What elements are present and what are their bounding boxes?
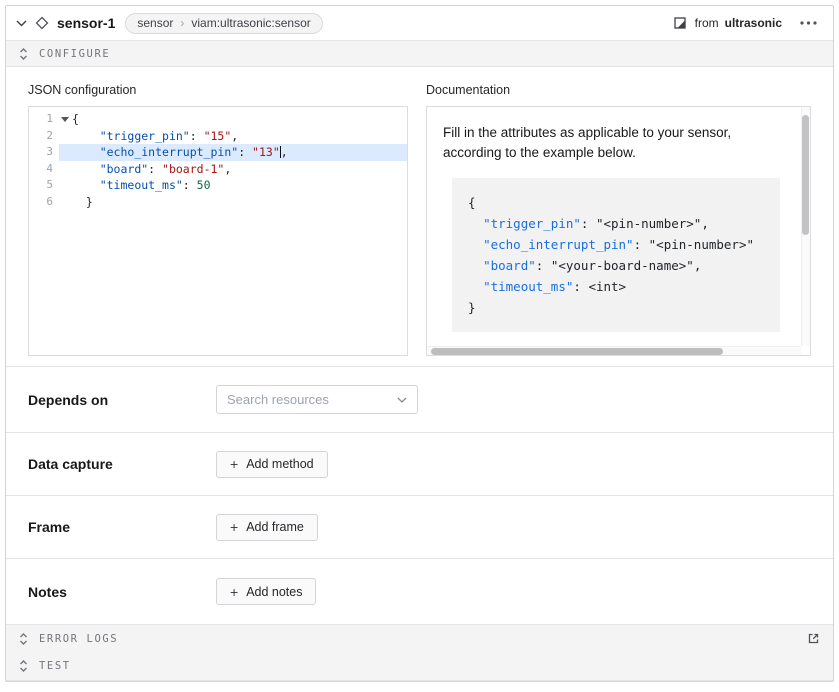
add-method-button[interactable]: + Add method bbox=[216, 451, 328, 478]
expand-section-icon[interactable] bbox=[19, 659, 28, 673]
external-link-icon[interactable] bbox=[807, 632, 820, 645]
test-section-title: TEST bbox=[39, 660, 71, 672]
json-editor[interactable]: 1{2 "trigger_pin": "15",3 "echo_interrup… bbox=[28, 106, 408, 356]
editor-line-code: "trigger_pin": "15", bbox=[72, 128, 407, 145]
documentation-intro: Fill in the attributes as applicable to … bbox=[443, 123, 780, 163]
plus-icon: + bbox=[230, 520, 238, 534]
breadcrumb-chevron-icon: › bbox=[180, 16, 184, 30]
json-editor-lines: 1{2 "trigger_pin": "15",3 "echo_interrup… bbox=[29, 111, 407, 210]
more-menu-button[interactable] bbox=[796, 19, 821, 27]
expand-section-icon[interactable] bbox=[19, 632, 28, 646]
chevron-down-icon bbox=[397, 397, 407, 403]
component-header: sensor-1 sensor › viam:ultrasonic:sensor… bbox=[6, 6, 833, 40]
section-test-bar[interactable]: TEST bbox=[6, 652, 833, 681]
doc-horizontal-scrollbar[interactable] bbox=[427, 346, 801, 355]
section-error-logs-bar[interactable]: ERROR LOGS bbox=[6, 624, 833, 652]
collapse-chevron-icon[interactable] bbox=[16, 20, 27, 27]
component-diamond-icon bbox=[35, 16, 49, 30]
configure-panel: JSON configuration 1{2 "trigger_pin": "1… bbox=[6, 67, 833, 366]
frame-row: Frame + Add frame bbox=[6, 495, 833, 558]
depends-on-row: Depends on Search resources bbox=[6, 366, 833, 432]
add-frame-button[interactable]: + Add frame bbox=[216, 514, 318, 541]
fold-gutter bbox=[59, 194, 72, 211]
fold-gutter bbox=[59, 144, 72, 161]
component-title: sensor-1 bbox=[57, 15, 115, 31]
from-module-text: from ultrasonic bbox=[695, 16, 782, 30]
depends-on-label: Depends on bbox=[28, 392, 216, 408]
doc-vertical-scrollbar[interactable] bbox=[801, 107, 810, 346]
editor-line[interactable]: 6 } bbox=[29, 194, 407, 211]
json-config-label: JSON configuration bbox=[28, 83, 408, 97]
module-link[interactable]: ultrasonic bbox=[725, 16, 782, 30]
component-card: sensor-1 sensor › viam:ultrasonic:sensor… bbox=[5, 5, 834, 682]
doc-horizontal-scrollbar-thumb[interactable] bbox=[431, 348, 723, 355]
editor-line-code: "timeout_ms": 50 bbox=[72, 177, 407, 194]
doc-vertical-scrollbar-thumb[interactable] bbox=[802, 115, 809, 235]
fold-gutter bbox=[59, 161, 72, 178]
component-breadcrumb: sensor › viam:ultrasonic:sensor bbox=[125, 13, 322, 34]
documentation-panel[interactable]: Fill in the attributes as applicable to … bbox=[426, 106, 811, 356]
doc-code-line: "echo_interrupt_pin": "<pin-number>" bbox=[468, 234, 764, 255]
editor-line[interactable]: 3 "echo_interrupt_pin": "13", bbox=[29, 144, 407, 161]
line-number: 3 bbox=[29, 144, 59, 161]
editor-line-code: "echo_interrupt_pin": "13", bbox=[72, 144, 407, 161]
section-configure-bar[interactable]: CONFIGURE bbox=[6, 40, 833, 67]
line-number: 4 bbox=[29, 161, 59, 178]
line-number: 5 bbox=[29, 177, 59, 194]
module-icon bbox=[673, 16, 687, 30]
line-number: 1 bbox=[29, 111, 59, 128]
doc-code-line: "trigger_pin": "<pin-number>", bbox=[468, 213, 764, 234]
doc-code: { "trigger_pin": "<pin-number>", "echo_i… bbox=[452, 178, 780, 332]
fold-gutter bbox=[59, 177, 72, 194]
editor-line[interactable]: 1{ bbox=[29, 111, 407, 128]
add-notes-button[interactable]: + Add notes bbox=[216, 578, 316, 605]
plus-icon: + bbox=[230, 457, 238, 471]
component-model-label: viam:ultrasonic:sensor bbox=[191, 16, 310, 30]
notes-row: Notes + Add notes bbox=[6, 558, 833, 624]
editor-line-code: { bbox=[72, 111, 407, 128]
line-number: 2 bbox=[29, 128, 59, 145]
editor-line-code: } bbox=[72, 194, 407, 211]
doc-code-line: "board": "<your-board-name>", bbox=[468, 255, 764, 276]
doc-code-line: "timeout_ms": <int> bbox=[468, 276, 764, 297]
editor-line-code: "board": "board-1", bbox=[72, 161, 407, 178]
doc-code-line: } bbox=[468, 297, 764, 318]
doc-code-line: { bbox=[468, 192, 764, 213]
fold-arrow-icon[interactable] bbox=[59, 111, 72, 128]
documentation-label: Documentation bbox=[426, 83, 811, 97]
editor-line[interactable]: 2 "trigger_pin": "15", bbox=[29, 128, 407, 145]
component-type-label: sensor bbox=[137, 16, 173, 30]
fold-gutter bbox=[59, 128, 72, 145]
line-number: 6 bbox=[29, 194, 59, 211]
data-capture-label: Data capture bbox=[28, 456, 216, 472]
search-resources-placeholder: Search resources bbox=[227, 392, 329, 407]
editor-line[interactable]: 4 "board": "board-1", bbox=[29, 161, 407, 178]
error-logs-section-title: ERROR LOGS bbox=[39, 633, 118, 645]
notes-label: Notes bbox=[28, 584, 216, 600]
search-resources-select[interactable]: Search resources bbox=[216, 385, 418, 414]
collapse-section-icon[interactable] bbox=[19, 47, 28, 61]
editor-line[interactable]: 5 "timeout_ms": 50 bbox=[29, 177, 407, 194]
data-capture-row: Data capture + Add method bbox=[6, 432, 833, 495]
plus-icon: + bbox=[230, 585, 238, 599]
frame-label: Frame bbox=[28, 519, 216, 535]
configure-section-title: CONFIGURE bbox=[39, 48, 110, 60]
